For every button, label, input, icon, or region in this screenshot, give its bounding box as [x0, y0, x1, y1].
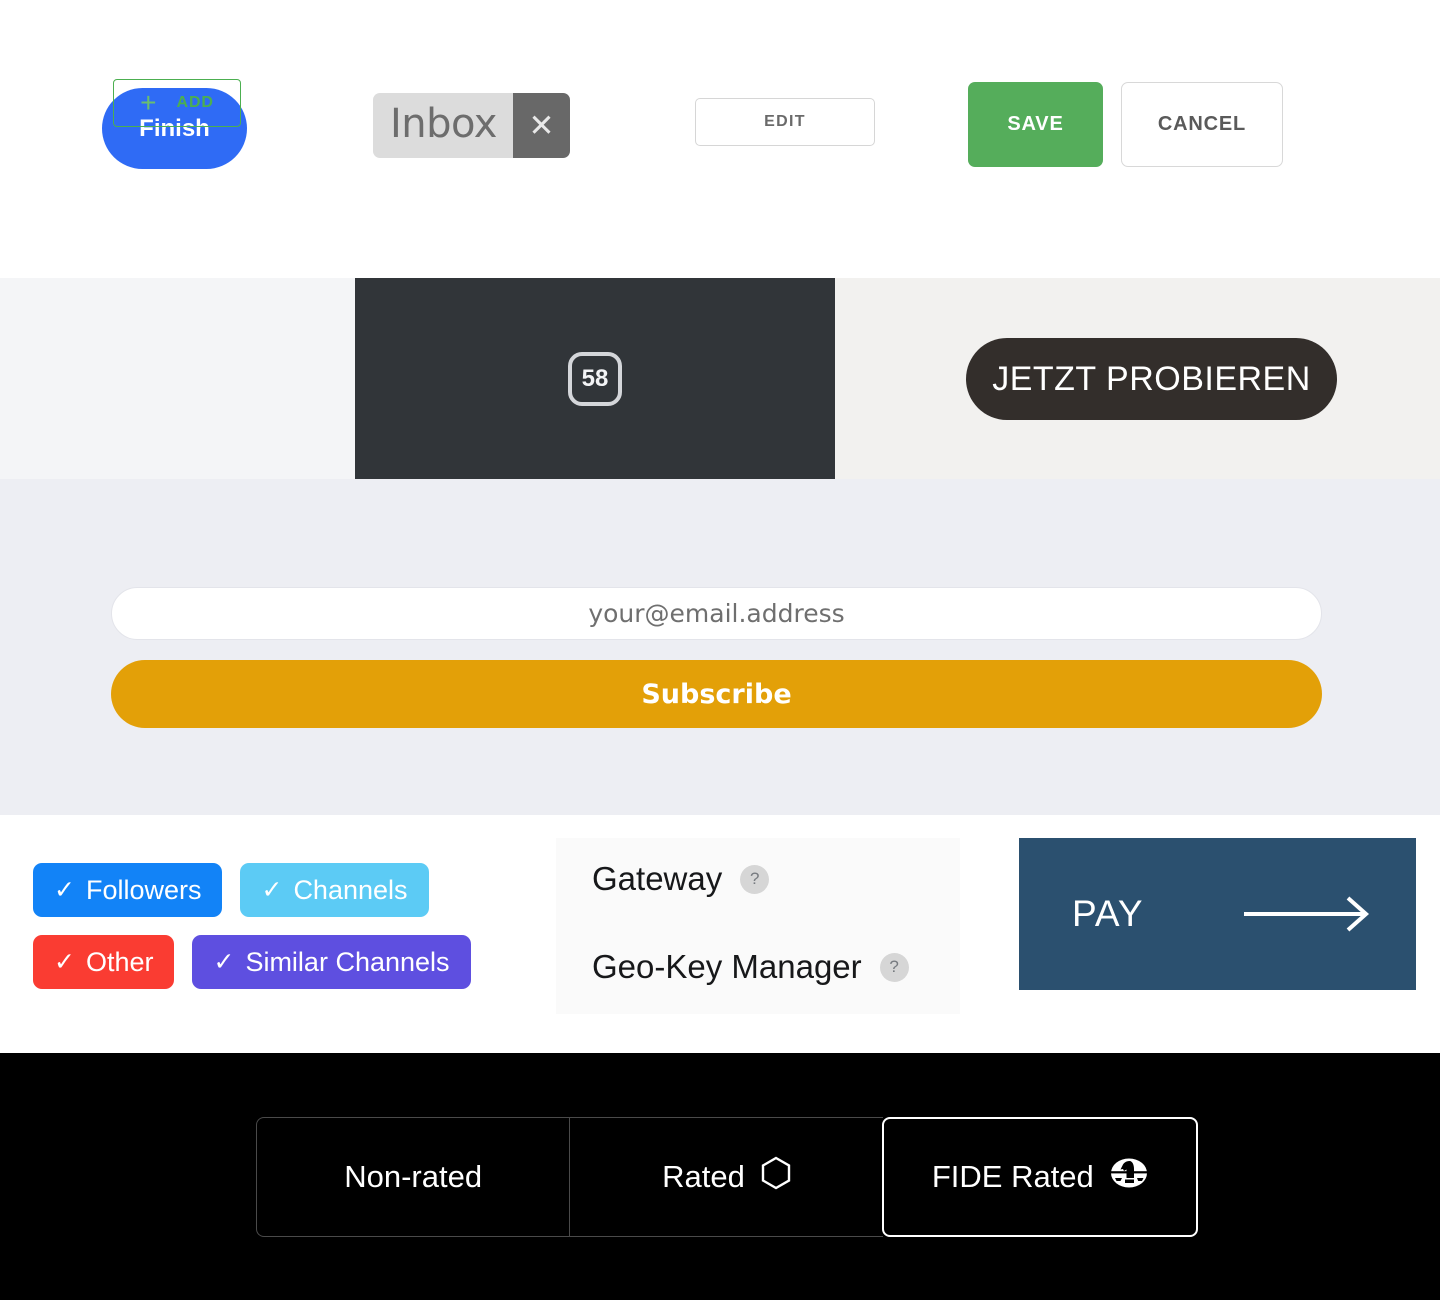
- segment-rated[interactable]: Rated: [569, 1117, 883, 1237]
- chip-followers[interactable]: ✓ Followers: [33, 863, 223, 917]
- cancel-button[interactable]: CANCEL: [1121, 82, 1283, 167]
- pay-button-label: PAY: [1072, 893, 1144, 934]
- toolbar-band: Finish Inbox ✕ EDIT SAVE CANCEL: [0, 0, 1440, 278]
- jetzt-probieren-label: JETZT PROBIEREN: [992, 359, 1311, 398]
- chip-similar-channels-label: Similar Channels: [245, 946, 450, 977]
- geo-key-manager-label: Geo-Key Manager: [592, 948, 862, 985]
- edit-button-label: EDIT: [764, 113, 806, 130]
- add-button[interactable]: + ADD: [113, 79, 241, 127]
- hexagon-icon: [761, 1156, 791, 1198]
- help-icon[interactable]: ?: [740, 864, 770, 894]
- subscribe-button-label: Subscribe: [641, 678, 792, 710]
- gateway-row: Gateway ?: [592, 860, 770, 898]
- rated-selector: Non-rated Rated FIDE Rated: [256, 1117, 1198, 1237]
- close-x-icon[interactable]: ✕: [512, 93, 570, 158]
- jetzt-probieren-button[interactable]: JETZT PROBIEREN: [966, 338, 1337, 420]
- count-badge: 58: [568, 351, 622, 406]
- chip-other-label: Other: [85, 946, 154, 977]
- check-icon: ✓: [261, 875, 283, 904]
- save-button[interactable]: SAVE: [968, 82, 1103, 167]
- geo-key-manager-row: Geo-Key Manager ?: [592, 948, 909, 986]
- chip-channels[interactable]: ✓ Channels: [240, 863, 429, 917]
- cancel-button-label: CANCEL: [1157, 113, 1247, 135]
- chip-similar-channels[interactable]: ✓ Similar Channels: [192, 935, 471, 989]
- check-icon: ✓: [54, 947, 75, 976]
- chip-channels-label: Channels: [293, 874, 408, 905]
- add-button-label: ADD: [176, 94, 214, 111]
- segment-rated-label: Rated: [662, 1159, 745, 1194]
- segment-fide-rated-label: FIDE Rated: [931, 1159, 1094, 1194]
- gateway-label: Gateway: [592, 860, 723, 897]
- save-button-label: SAVE: [1007, 113, 1064, 135]
- segment-non-rated-label: Non-rated: [344, 1159, 483, 1194]
- inbox-tag[interactable]: Inbox ✕: [373, 93, 570, 158]
- gateway-panel: Gateway ? Geo-Key Manager ?: [556, 838, 960, 1014]
- chip-followers-label: Followers: [85, 874, 202, 905]
- tri-panel-middle-dark: 58: [355, 278, 835, 479]
- check-icon: ✓: [54, 875, 75, 904]
- edit-button[interactable]: EDIT: [695, 98, 875, 146]
- pay-button[interactable]: PAY: [1019, 838, 1416, 990]
- subscribe-band: [0, 479, 1440, 815]
- fide-knight-icon: [1110, 1156, 1148, 1198]
- tri-panel-left: [0, 278, 355, 479]
- plus-icon: +: [140, 87, 157, 118]
- filter-chip-group: ✓ Followers ✓ Channels ✓ Other ✓ Similar…: [33, 863, 523, 989]
- chip-other[interactable]: ✓ Other: [33, 935, 175, 989]
- subscribe-button[interactable]: Subscribe: [111, 660, 1322, 728]
- segment-fide-rated[interactable]: FIDE Rated: [881, 1117, 1198, 1237]
- page-root: Finish Inbox ✕ EDIT SAVE CANCEL 58 + ADD…: [0, 0, 1440, 1300]
- inbox-tag-label: Inbox: [373, 93, 513, 158]
- arrow-right-icon: [1244, 896, 1374, 937]
- email-input[interactable]: [111, 587, 1322, 640]
- help-icon[interactable]: ?: [879, 952, 909, 982]
- count-badge-value: 58: [581, 364, 609, 392]
- check-icon: ✓: [213, 947, 235, 976]
- segment-non-rated[interactable]: Non-rated: [256, 1117, 570, 1237]
